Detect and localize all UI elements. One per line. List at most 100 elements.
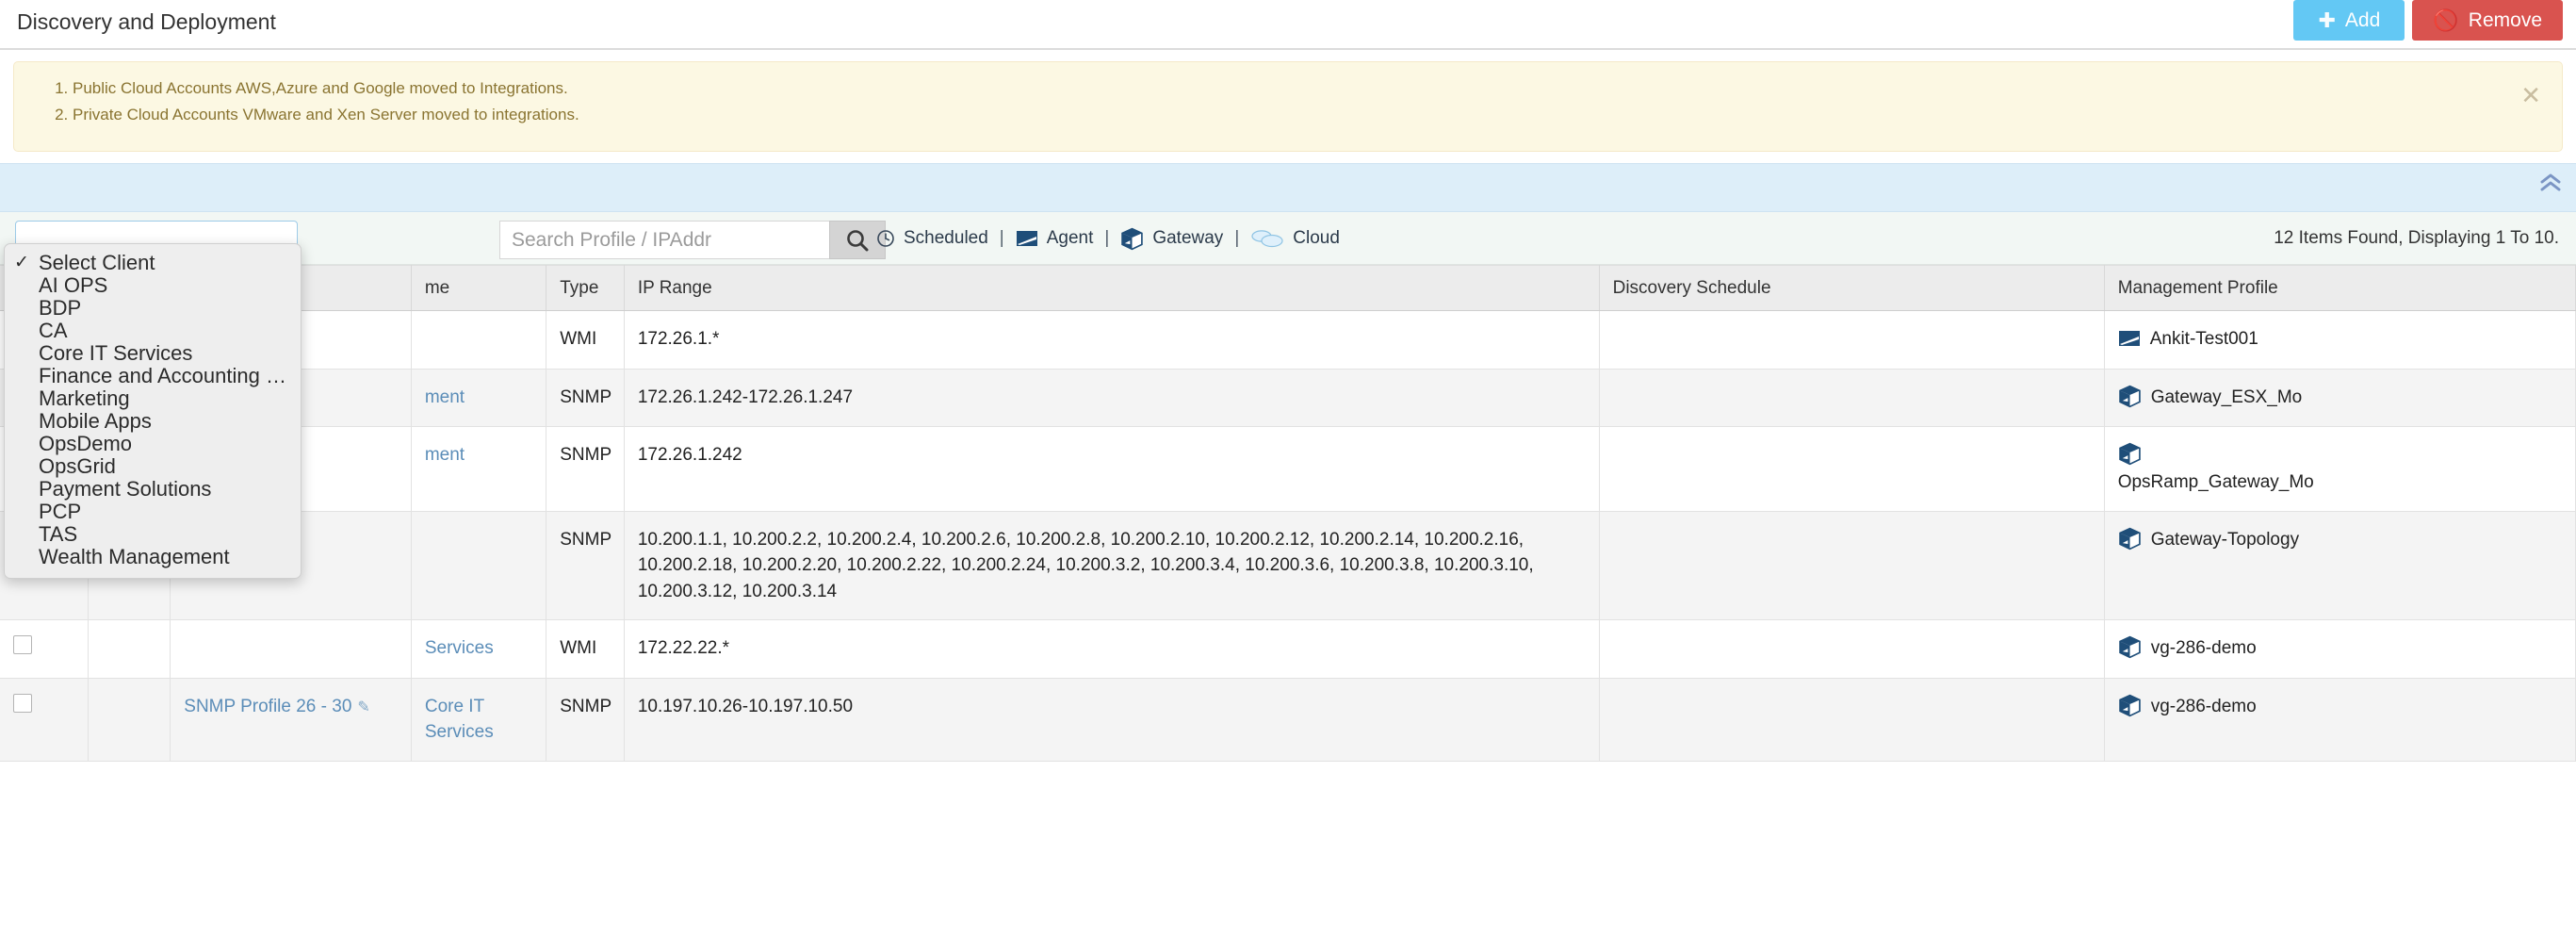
close-icon[interactable]: ✕ [2520,83,2541,107]
legend-separator: | [999,228,1004,248]
legend-item-cloud: Cloud [1250,227,1340,250]
client-option-label: Finance and Accounting Service... [39,365,291,387]
gateway-cube-icon [2118,527,2141,550]
legend-item-agent: Agent [1016,227,1093,250]
table-row[interactable]: SNMP 10.200.1.1, 10.200.2.2, 10.200.2.4,… [0,511,2576,621]
row-discovery-schedule-cell [1599,511,2105,621]
client-option-pcp[interactable]: PCP [5,501,301,523]
row-select-cell[interactable] [0,678,89,762]
profile-name-link[interactable]: SNMP Profile 26 - 30 [184,697,351,716]
client-option-core-it-services[interactable]: Core IT Services [5,342,301,365]
client-option-opsdemo[interactable]: OpsDemo [5,433,301,455]
client-option-opsgrid[interactable]: OpsGrid [5,455,301,478]
column-header-management-profile[interactable]: Management Profile [2104,265,2576,311]
row-discovery-schedule-cell [1599,678,2105,762]
table-row[interactable]: Services WMI 172.22.22.* vg-286-demo [0,619,2576,679]
client-option-label: OpsDemo [39,433,133,455]
management-profile-label: OpsRamp_Gateway_Mo [2117,472,2314,493]
row-management-profile-cell: OpsRamp_Gateway_Mo [2104,426,2576,512]
legend-label-scheduled: Scheduled [904,228,988,248]
edit-pencil-icon[interactable]: ✎ [357,699,369,715]
client-link[interactable]: ment [425,387,465,407]
table-body: WMI 172.26.1.* Ankit-Test001 ment SNMP 1… [0,310,2576,762]
column-header-ip-range[interactable]: IP Range [624,265,1600,311]
client-link[interactable]: Services [425,638,494,658]
search-input[interactable] [499,221,829,259]
discovery-profiles-table: me Type IP Range Discovery Schedule Mana… [0,265,2576,762]
row-management-profile-cell: Gateway_ESX_Mo [2104,369,2576,428]
client-option-label: Wealth Management [39,546,230,568]
row-discovery-schedule-cell [1599,426,2105,512]
column-header-discovery-schedule[interactable]: Discovery Schedule [1599,265,2105,311]
row-select-cell[interactable] [0,619,89,679]
table-row[interactable]: ment SNMP 172.26.1.242 OpsRamp_Gateway_M… [0,426,2576,512]
page-header: Discovery and Deployment ✚ Add 🚫 Remove [0,0,2576,50]
client-option-ai-ops[interactable]: AI OPS [5,274,301,297]
filter-bar [0,163,2576,212]
gateway-cube-icon [2118,385,2141,407]
client-option-ca[interactable]: CA [5,320,301,342]
table-row[interactable]: ment SNMP 172.26.1.242-172.26.1.247 Gate… [0,369,2576,428]
client-option-tas[interactable]: TAS [5,523,301,546]
legend-separator: | [1234,228,1240,248]
client-dropdown-menu[interactable]: ✓ Select Client AI OPS BDP CA Core IT Service… [4,243,302,579]
table-row[interactable]: WMI 172.26.1.* Ankit-Test001 [0,310,2576,370]
column-header-type[interactable]: Type [546,265,625,311]
search-wrap [499,221,886,259]
client-link[interactable]: Core IT Services [425,697,494,743]
client-option-payment-solutions[interactable]: Payment Solutions [5,478,301,501]
row-ip-range-cell: 172.26.1.242 [624,426,1600,512]
client-option-marketing[interactable]: Marketing [5,387,301,410]
row-type-cell: SNMP [546,678,625,762]
row-discovery-schedule-cell [1599,619,2105,679]
client-option-bdp[interactable]: BDP [5,297,301,320]
legend-item-gateway: Gateway [1120,227,1223,251]
cloud-icon [1251,230,1283,248]
client-link[interactable]: ment [425,445,465,465]
client-option-label: Marketing [39,387,130,410]
remove-button[interactable]: 🚫 Remove [2412,0,2563,41]
row-management-profile-cell: Gateway-Topology [2104,511,2576,621]
row-checkbox[interactable] [13,635,32,655]
row-discovery-schedule-cell [1599,310,2105,370]
no-entry-icon: 🚫 [2433,8,2459,32]
management-profile-label: vg-286-demo [2150,696,2257,716]
row-name-cell[interactable] [170,619,412,679]
add-button-label: Add [2344,8,2381,31]
gateway-cube-icon [2118,694,2141,717]
gateway-cube-icon [1121,227,1144,250]
table-row[interactable]: SNMP Profile 26 - 30 ✎ Core IT Services S… [0,678,2576,762]
remove-button-label: Remove [2468,8,2542,31]
column-header-client[interactable]: me [411,265,547,311]
legend-separator: | [1104,228,1110,248]
table-toolbar: Scheduled | Agent | Gateway [0,212,2576,265]
gateway-cube-icon [2118,442,2141,466]
row-type-cell: SNMP [546,369,625,428]
row-client-cell: Services [411,619,547,679]
items-found-status: 12 Items Found, Displaying 1 To 10. [2274,228,2559,248]
row-type-cell: WMI [546,310,625,370]
row-checkbox[interactable] [13,693,32,713]
add-button[interactable]: ✚ Add [2293,0,2405,41]
header-actions: ✚ Add 🚫 Remove [2293,0,2563,41]
agent-icon [1016,231,1037,246]
client-option-label: BDP [39,297,82,320]
legend-label-cloud: Cloud [1293,228,1340,248]
client-option-label: OpsGrid [39,455,116,478]
search-icon [847,229,869,251]
row-client-cell [411,310,547,370]
client-option-mobile-apps[interactable]: Mobile Apps [5,410,301,433]
row-name-cell[interactable]: SNMP Profile 26 - 30 ✎ [170,678,412,762]
client-option-wealth-management[interactable]: Wealth Management [5,546,301,568]
client-option-finance-and-accounting-service[interactable]: Finance and Accounting Service... [5,365,301,387]
info-banner-item: Public Cloud Accounts AWS,Azure and Goog… [73,75,2545,102]
client-option-label: AI OPS [39,274,108,297]
row-star-cell[interactable] [88,619,171,679]
row-discovery-schedule-cell [1599,369,2105,428]
chevron-double-up-icon[interactable] [2540,173,2561,196]
client-option-select-client[interactable]: ✓ Select Client [5,252,301,274]
row-star-cell[interactable] [88,678,171,762]
legend-item-scheduled: Scheduled [876,228,988,249]
legend: Scheduled | Agent | Gateway | Cloud [876,212,1340,265]
management-profile-label: Gateway-Topology [2150,529,2300,550]
